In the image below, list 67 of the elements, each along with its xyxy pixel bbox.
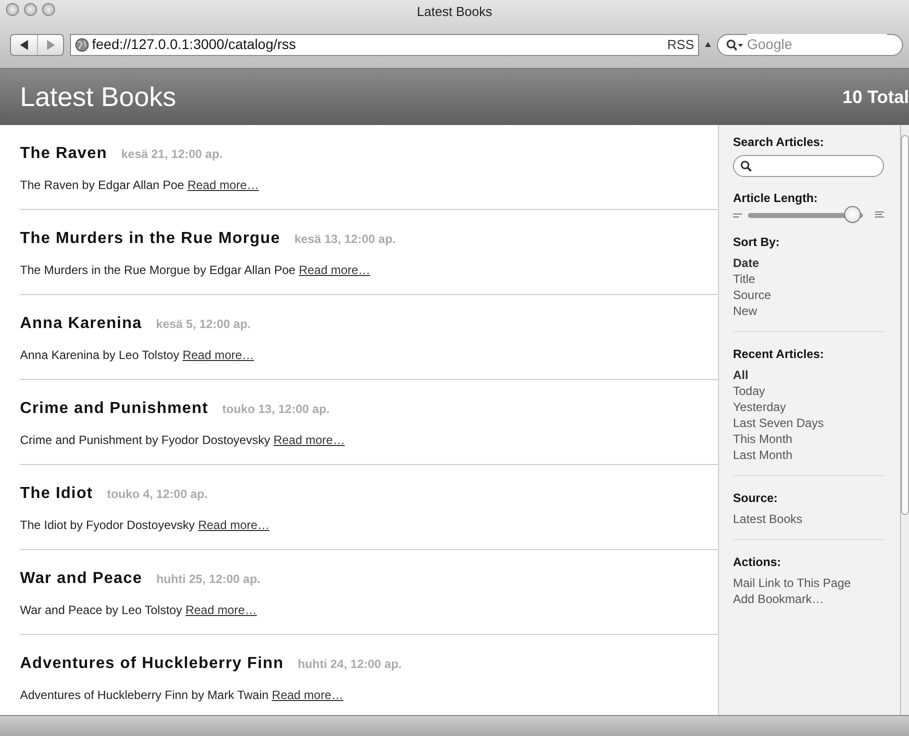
article-summary: The Murders in the Rue Morgue by Edgar Allan Poe (20, 263, 296, 277)
section-heading: Sort By: (733, 234, 781, 251)
article-date: touko 4, 12:00 ap. (106, 487, 208, 501)
search-icon (726, 38, 744, 50)
window-button[interactable] (24, 3, 37, 16)
sidebar-link[interactable]: New (733, 303, 884, 319)
article-date: huhti 25, 12:00 ap. (156, 572, 260, 586)
sidebar-link[interactable]: All (733, 367, 884, 383)
article-title: The Idiot (20, 485, 93, 502)
sidebar-link[interactable]: Last Seven Days (733, 415, 884, 431)
window-button[interactable] (42, 3, 55, 16)
read-more-link[interactable]: Read more… (187, 178, 259, 192)
article-summary: Anna Karenina by Leo Tolstoy (20, 348, 180, 362)
back-arrow-icon (19, 40, 29, 50)
article-summary: The Idiot by Fyodor Dostoyevsky (20, 518, 195, 532)
read-more-link[interactable]: Read more… (272, 688, 344, 702)
search-icon (740, 160, 752, 172)
article-date: kesä 13, 12:00 ap. (294, 232, 396, 246)
article-summary: War and Peace by Leo Tolstoy (20, 603, 182, 617)
article-summary: The Raven by Edgar Allan Poe (20, 178, 184, 192)
sidebar-link[interactable]: Source (733, 287, 884, 303)
snapback-icon[interactable] (705, 42, 711, 47)
article-date: huhti 24, 12:00 ap. (298, 657, 402, 671)
sidebar-link[interactable]: Mail Link to This Page (733, 575, 884, 591)
article-summary: Adventures of Huckleberry Finn by Mark Twain (20, 688, 269, 702)
page-title: Latest Books (20, 80, 176, 114)
section-heading: Source: (733, 490, 779, 507)
article-summary: Crime and Punishment by Fyodor Dostoyevsky (20, 433, 270, 447)
section-heading: Article Length: (733, 190, 819, 207)
sidebar-link[interactable]: Yesterday (733, 399, 884, 415)
sidebar-link[interactable]: Last Month (733, 447, 884, 463)
sidebar-link[interactable]: Latest Books (733, 511, 884, 527)
article-date: touko 13, 12:00 ap. (222, 402, 330, 416)
article-date: kesä 21, 12:00 ap. (121, 147, 223, 161)
sidebar-link[interactable]: Today (733, 383, 884, 399)
read-more-link[interactable]: Read more… (185, 603, 257, 617)
section-heading: Actions: (733, 554, 782, 571)
scrollbar[interactable] (900, 125, 909, 715)
total-count: 10 Total (842, 86, 909, 108)
section-heading: Recent Articles: (733, 346, 825, 363)
search-field[interactable]: Google (717, 34, 903, 56)
short-text-icon (733, 212, 742, 218)
search-articles-field[interactable] (733, 155, 884, 177)
rss-label[interactable]: RSS (667, 34, 694, 54)
globe-icon (75, 38, 89, 52)
window-button[interactable] (6, 3, 19, 16)
section-heading: Search Articles: (733, 134, 825, 151)
long-text-icon (875, 211, 884, 219)
slider-thumb[interactable] (844, 206, 860, 222)
article-title: Crime and Punishment (20, 400, 208, 417)
window-title: Latest Books (416, 3, 492, 22)
article-title: Anna Karenina (20, 315, 142, 332)
article-title: The Murders in the Rue Morgue (20, 230, 280, 247)
article-title: Adventures of Huckleberry Finn (20, 655, 284, 672)
article-date: kesä 5, 12:00 ap. (156, 317, 251, 331)
read-more-link[interactable]: Read more… (298, 263, 370, 277)
sidebar-link[interactable]: Add Bookmark… (733, 591, 884, 607)
article-title: War and Peace (20, 570, 142, 587)
read-more-link[interactable]: Read more… (182, 348, 254, 362)
sidebar-link[interactable]: This Month (733, 431, 884, 447)
address-field[interactable]: feed://127.0.0.1:3000/catalog/rss RSS (70, 34, 699, 56)
forward-arrow-icon (46, 40, 56, 50)
read-more-link[interactable]: Read more… (198, 518, 270, 532)
sidebar-link[interactable]: Title (733, 271, 884, 287)
sidebar-link[interactable]: Date (733, 255, 884, 271)
article-title: The Raven (20, 145, 108, 162)
read-more-link[interactable]: Read more… (273, 433, 345, 447)
